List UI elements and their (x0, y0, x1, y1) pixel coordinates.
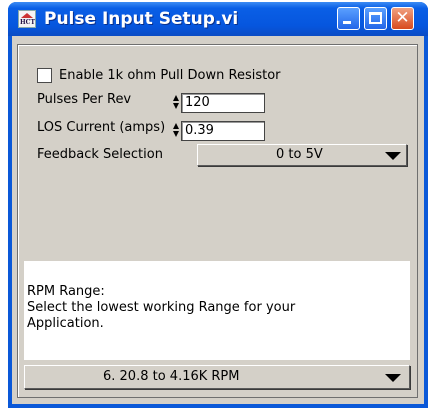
rpm-range-value: 6. 20.8 to 4.16K RPM (103, 369, 240, 384)
house-roof-icon (21, 13, 33, 18)
rpm-title: RPM Range: (27, 284, 105, 299)
rpm-info-box: RPM Range: Select the lowest working Ran… (24, 261, 410, 360)
chevron-down-icon (385, 374, 401, 382)
settings-panel: Enable 1k ohm Pull Down Resistor Pulses … (17, 44, 418, 398)
close-icon: ✕ (395, 8, 410, 28)
increment-arrow-icon[interactable] (173, 123, 179, 129)
chevron-down-icon (385, 152, 401, 160)
client-area: Enable 1k ohm Pull Down Resistor Pulses … (12, 36, 424, 404)
app-icon[interactable]: HCT (18, 10, 36, 28)
window-title: Pulse Input Setup.vi (44, 9, 239, 29)
feedback-ring-selector[interactable]: 0 to 5V (197, 144, 407, 166)
increment-arrow-icon[interactable] (173, 95, 179, 101)
feedback-label: Feedback Selection (37, 147, 163, 162)
app-icon-text: HCT (20, 19, 35, 26)
rpm-instructions-line2: Application. (27, 316, 104, 331)
rpm-instructions-line1: Select the lowest working Range for your (27, 300, 296, 315)
title-bar[interactable]: HCT Pulse Input Setup.vi ✕ (8, 2, 428, 36)
pulses-spinner[interactable] (173, 95, 180, 110)
los-label: LOS Current (amps) (37, 120, 166, 135)
maximize-icon (369, 12, 382, 24)
feedback-value: 0 to 5V (276, 147, 323, 162)
minimize-icon (343, 21, 351, 24)
app-window: HCT Pulse Input Setup.vi ✕ Enable 1k ohm… (8, 2, 428, 408)
los-spinner[interactable] (173, 123, 180, 138)
close-button[interactable]: ✕ (391, 7, 414, 30)
los-input[interactable]: 0.39 (181, 121, 265, 141)
minimize-button[interactable] (337, 7, 360, 30)
pull-down-checkbox[interactable] (37, 68, 52, 83)
pulses-input[interactable]: 120 (181, 93, 265, 113)
decrement-arrow-icon[interactable] (173, 131, 179, 137)
rpm-range-selector[interactable]: 6. 20.8 to 4.16K RPM (24, 365, 410, 389)
pull-down-label: Enable 1k ohm Pull Down Resistor (59, 68, 281, 83)
maximize-button[interactable] (364, 7, 387, 30)
decrement-arrow-icon[interactable] (173, 103, 179, 109)
pulses-label: Pulses Per Rev (37, 92, 132, 107)
